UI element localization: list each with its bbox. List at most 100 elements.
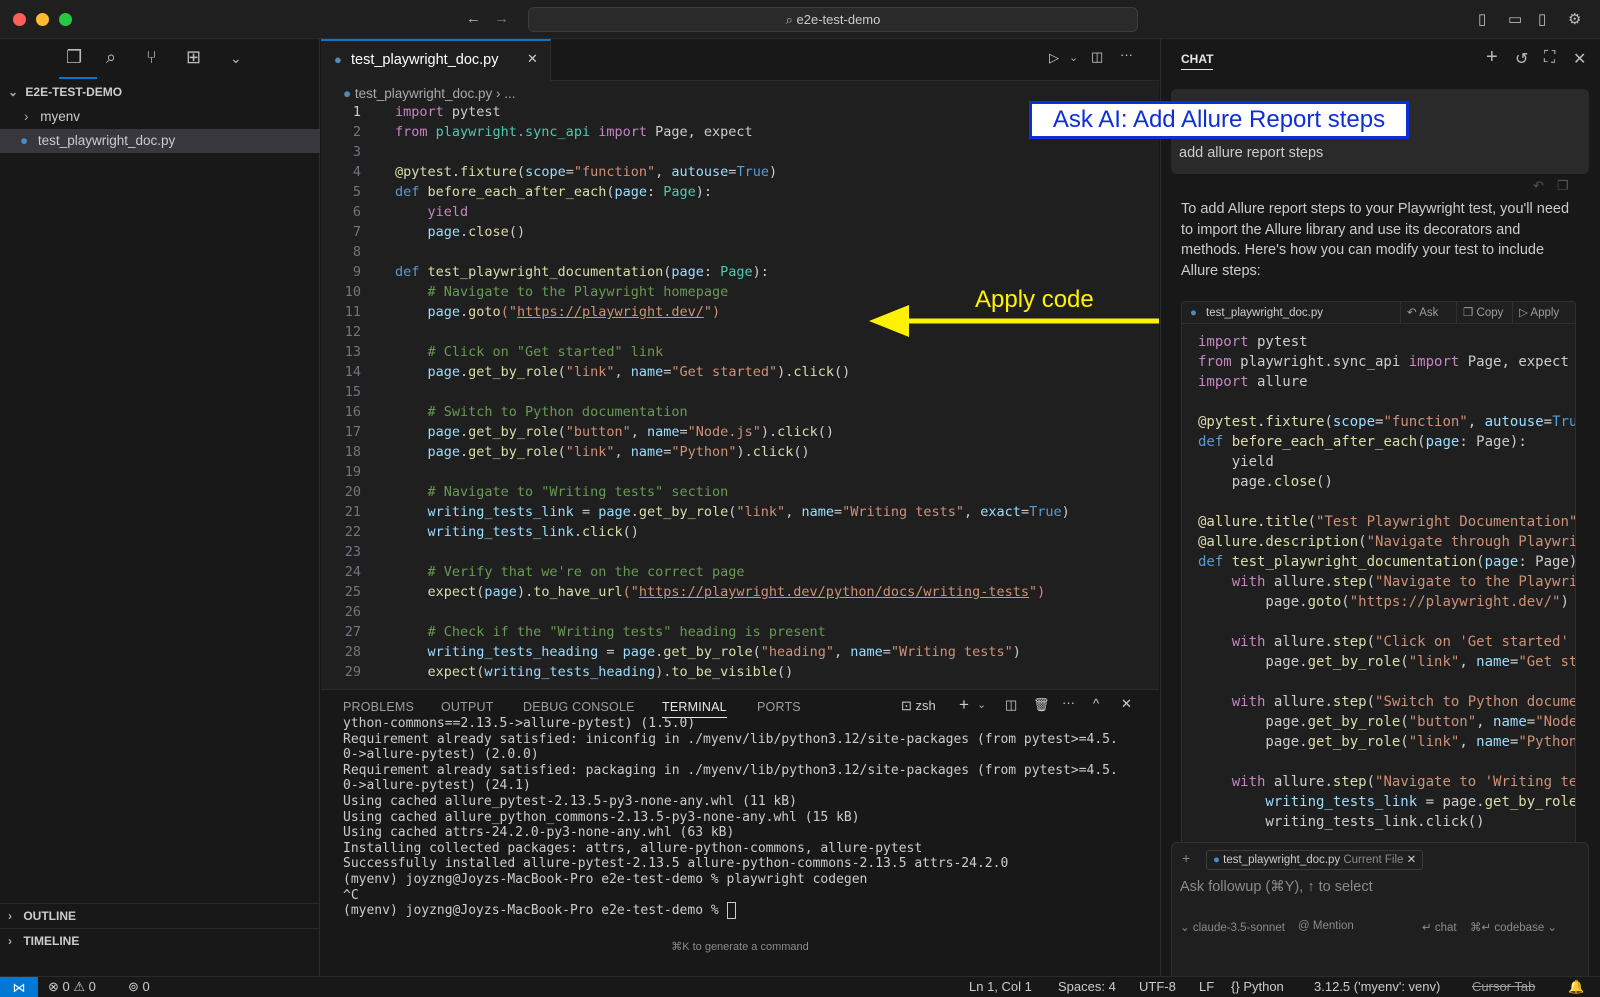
- split-terminal-icon[interactable]: ◫: [1005, 697, 1017, 713]
- command-center-search[interactable]: ⌕ e2e-test-demo: [528, 7, 1138, 32]
- close-icon[interactable]: ✕: [1407, 854, 1417, 866]
- chat-panel: CHAT + ↺ ⛶ ✕ add allure report steps ↶ ❐…: [1160, 39, 1600, 980]
- problems-indicator[interactable]: ⊗ 0 ⚠ 0: [48, 979, 96, 995]
- codebase-submit[interactable]: ⌘↵ codebase ⌄: [1470, 920, 1557, 934]
- tab-test-playwright-doc[interactable]: ● test_playwright_doc.py ✕: [321, 39, 551, 81]
- line-number: 6: [352, 204, 361, 220]
- code-block-body[interactable]: import pytest from playwright.sync_api i…: [1182, 330, 1576, 850]
- model-selector[interactable]: ⌄ claude-3.5-sonnet: [1180, 920, 1285, 934]
- followup-input[interactable]: Ask followup (⌘Y), ↑ to select: [1180, 879, 1373, 895]
- toggle-panel-icon[interactable]: ▭: [1508, 10, 1522, 28]
- chip-filename: test_playwright_doc.py: [1223, 854, 1341, 866]
- back-arrow-icon[interactable]: ←: [466, 10, 481, 27]
- close-icon[interactable]: ✕: [527, 51, 538, 67]
- undo-icon[interactable]: ↶: [1533, 178, 1544, 194]
- timeline-section[interactable]: › TIMELINE: [0, 928, 320, 952]
- gear-icon[interactable]: ⚙: [1568, 10, 1581, 28]
- workspace-root-folder[interactable]: ⌄ E2E-TEST-DEMO: [0, 80, 320, 104]
- source-control-icon[interactable]: ⑂: [146, 47, 157, 68]
- expand-icon[interactable]: ⛶: [1544, 49, 1555, 67]
- close-icon[interactable]: ✕: [1121, 696, 1132, 712]
- breadcrumb-more[interactable]: ...: [504, 86, 515, 101]
- split-editor-icon[interactable]: ◫: [1091, 49, 1103, 65]
- chevron-down-icon[interactable]: ⌄: [1069, 51, 1078, 64]
- ports-indicator[interactable]: ⊚ 0: [128, 979, 150, 995]
- cursor-tab-status[interactable]: Cursor Tab: [1472, 979, 1535, 994]
- maximize-panel-icon[interactable]: ^: [1093, 696, 1099, 711]
- maximize-window-button[interactable]: [59, 13, 72, 26]
- copy-label: Copy: [1476, 307, 1504, 319]
- search-icon[interactable]: ⌕: [106, 47, 116, 68]
- code-line-5: def before_each_after_each(page: Page):: [395, 184, 713, 200]
- end-of-line[interactable]: LF: [1199, 979, 1214, 994]
- error-count: 0: [62, 979, 70, 994]
- terminal-line: Using cached allure_pytest-2.13.5-py3-no…: [343, 794, 797, 809]
- run-icon[interactable]: ▷: [1049, 50, 1059, 66]
- bell-icon[interactable]: 🔔: [1568, 979, 1584, 995]
- chevron-down-icon[interactable]: ⌄: [230, 50, 242, 67]
- indentation[interactable]: Spaces: 4: [1058, 979, 1116, 994]
- files-icon[interactable]: ❐: [66, 47, 82, 68]
- explorer-sidebar: ❐ ⌕ ⑂ ⊞ ⌄ ⌄ E2E-TEST-DEMO › myenv ● test…: [0, 39, 320, 980]
- encoding[interactable]: UTF-8: [1139, 979, 1176, 994]
- shell-label: zsh: [915, 698, 936, 713]
- tab-problems[interactable]: PROBLEMS: [343, 700, 414, 714]
- add-terminal-icon[interactable]: +: [959, 695, 969, 715]
- new-chat-icon[interactable]: +: [1486, 46, 1498, 69]
- line-number: 20: [344, 484, 361, 500]
- chevron-right-icon: ›: [8, 934, 12, 948]
- breadcrumb-file[interactable]: test_playwright_doc.py: [355, 86, 492, 101]
- forward-arrow-icon[interactable]: →: [494, 10, 509, 27]
- mention-button[interactable]: @ Mention: [1298, 920, 1354, 932]
- code-line-16: # Switch to Python documentation: [395, 404, 688, 420]
- line-number: 29: [344, 664, 361, 680]
- copy-button[interactable]: ❐ Copy: [1456, 302, 1512, 324]
- terminal-shell-selector[interactable]: ⊡ zsh: [901, 698, 936, 714]
- cc-line: from playwright.sync_api import Page, ex…: [1198, 354, 1569, 370]
- code-line-20: # Navigate to "Writing tests" section: [395, 484, 729, 500]
- toggle-secondary-sidebar-icon[interactable]: ▯: [1538, 10, 1546, 28]
- more-actions-icon[interactable]: ···: [1062, 695, 1075, 710]
- ask-button[interactable]: ↶ Ask: [1400, 302, 1456, 324]
- tab-ports[interactable]: PORTS: [757, 700, 801, 714]
- cursor-position[interactable]: Ln 1, Col 1: [969, 979, 1032, 994]
- close-window-button[interactable]: [13, 13, 26, 26]
- copy-icon[interactable]: ❐: [1557, 178, 1569, 194]
- apply-code-annotation: Apply code: [975, 286, 1094, 313]
- cc-line: page.get_by_role("link", name="Get st: [1198, 654, 1576, 670]
- tab-output[interactable]: OUTPUT: [441, 700, 494, 714]
- tree-item-label: myenv: [40, 109, 81, 124]
- active-view-indicator: [59, 77, 97, 79]
- toggle-sidebar-icon[interactable]: ▯: [1478, 10, 1486, 28]
- cc-line: writing_tests_link = page.get_by_role: [1198, 794, 1576, 810]
- python-file-icon: ●: [20, 133, 29, 148]
- history-icon[interactable]: ↺: [1515, 49, 1528, 69]
- more-actions-icon[interactable]: ···: [1120, 47, 1133, 62]
- line-number: 12: [344, 324, 361, 340]
- line-number: 8: [352, 244, 361, 260]
- remote-indicator[interactable]: ⋈: [0, 977, 38, 997]
- tree-item-test-playwright-doc[interactable]: ● test_playwright_doc.py: [0, 129, 320, 153]
- apply-button[interactable]: ▷ Apply: [1512, 302, 1575, 324]
- ask-ai-annotation: Ask AI: Add Allure Report steps: [1029, 101, 1409, 139]
- minimize-window-button[interactable]: [36, 13, 49, 26]
- tab-debug-console[interactable]: DEBUG CONSOLE: [523, 700, 635, 714]
- add-context-icon[interactable]: +: [1182, 850, 1190, 866]
- cc-line: @allure.title("Test Playwright Documenta…: [1198, 514, 1576, 530]
- chat-submit[interactable]: ↵ chat: [1422, 920, 1457, 934]
- outline-section[interactable]: › OUTLINE: [0, 903, 320, 927]
- chevron-down-icon[interactable]: ⌄: [977, 698, 986, 711]
- close-icon[interactable]: ✕: [1573, 49, 1586, 69]
- code-line-10: # Navigate to the Playwright homepage: [395, 284, 729, 300]
- trash-icon[interactable]: 🗑: [1033, 697, 1050, 713]
- code-editor[interactable]: 1 2 3 4 5 6 7 8 9 10 11 12 13 14 15 16 17 18 19 20 21 22 23 24 2…: [321, 102, 1159, 689]
- code-line-13: # Click on "Get started" link: [395, 344, 664, 360]
- python-interpreter[interactable]: 3.12.5 ('myenv': venv): [1314, 979, 1440, 994]
- followup-composer: + ● test_playwright_doc.py Current File …: [1171, 842, 1589, 980]
- context-chip[interactable]: ● test_playwright_doc.py Current File ✕: [1206, 850, 1424, 870]
- tree-item-myenv[interactable]: › myenv: [0, 105, 320, 129]
- extensions-icon[interactable]: ⊞: [186, 47, 201, 68]
- line-number: 7: [352, 224, 361, 240]
- language-mode[interactable]: {} Python: [1231, 979, 1284, 994]
- code-line-2: from playwright.sync_api import Page, ex…: [395, 124, 753, 140]
